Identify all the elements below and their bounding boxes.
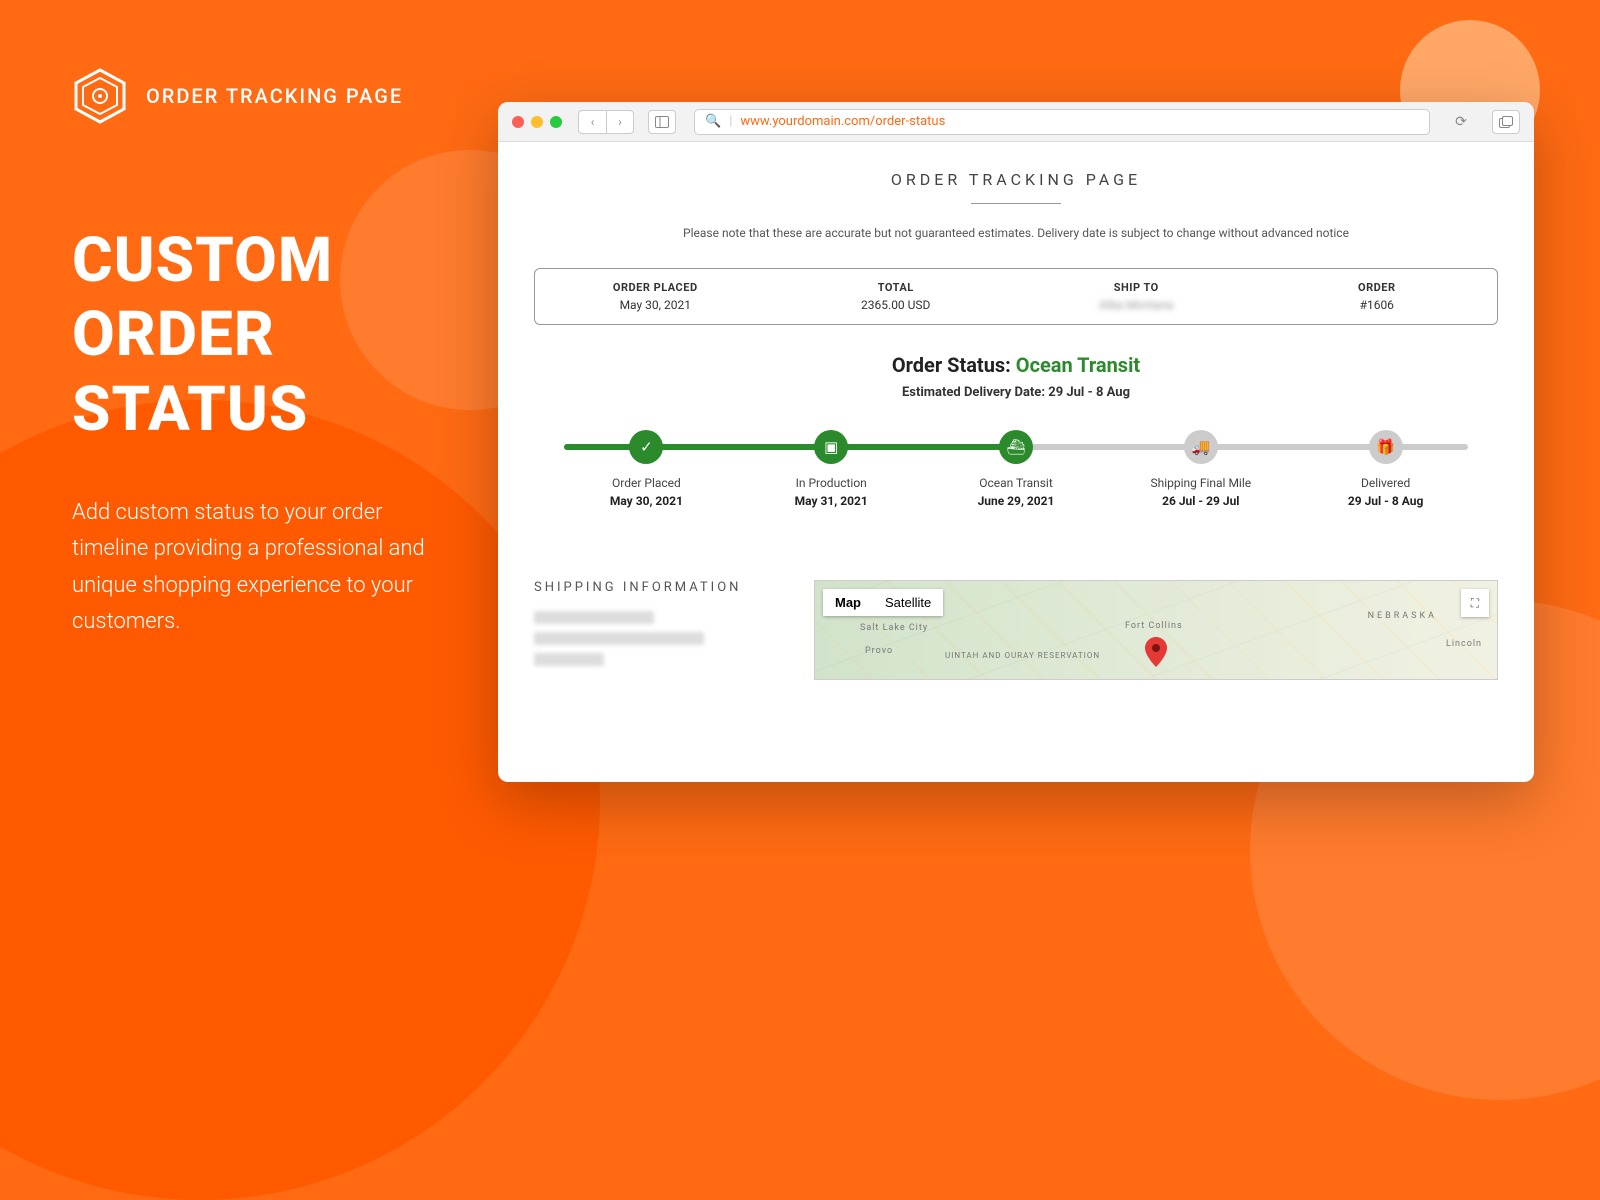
url-text: www.yourdomain.com/order-status (740, 114, 945, 129)
disclaimer-text: Please note that these are accurate but … (514, 226, 1518, 240)
box-icon: ▣ (814, 430, 848, 464)
map-city-label: Salt Lake City (860, 623, 928, 633)
step-date: June 29, 2021 (924, 494, 1109, 508)
order-summary: ORDER PLACED May 30, 2021 TOTAL 2365.00 … (534, 268, 1498, 325)
summary-total: TOTAL 2365.00 USD (776, 281, 1017, 312)
map-tab-satellite[interactable]: Satellite (873, 589, 943, 616)
marketing-headline: CUSTOM ORDER STATUS (72, 224, 452, 447)
tracking-page: ORDER TRACKING PAGE Please note that the… (498, 142, 1534, 782)
redacted-line (534, 611, 654, 624)
map-pin-icon (1145, 637, 1167, 671)
status-timeline: ✓ Order Placed May 30, 2021▣ In Producti… (554, 430, 1478, 540)
status-value: Ocean Transit (1016, 353, 1140, 377)
map-city-label: Provo (865, 646, 893, 656)
step-label: Delivered (1293, 476, 1478, 490)
step-date: 26 Jul - 29 Jul (1108, 494, 1293, 508)
map-city-label: Fort Collins (1125, 621, 1183, 631)
timeline-step: ▣ In Production May 31, 2021 (739, 430, 924, 508)
timeline-step: ⛴ Ocean Transit June 29, 2021 (924, 430, 1109, 508)
eta: Estimated Delivery Date: 29 Jul - 8 Aug (514, 385, 1518, 400)
marketing-panel: ORDER TRACKING PAGE CUSTOM ORDER STATUS … (72, 68, 452, 640)
headline-line: STATUS (72, 373, 452, 447)
shipping-title: SHIPPING INFORMATION (534, 580, 794, 595)
logo-hexagon-icon (72, 68, 128, 124)
summary-value: 2365.00 USD (776, 298, 1017, 312)
summary-label: TOTAL (776, 281, 1017, 294)
eta-prefix: Estimated Delivery Date: (902, 385, 1048, 400)
search-icon: 🔍 (705, 114, 721, 129)
brand-name: ORDER TRACKING PAGE (146, 84, 403, 108)
step-date: 29 Jul - 8 Aug (1293, 494, 1478, 508)
address-bar[interactable]: 🔍 | www.yourdomain.com/order-status (694, 109, 1430, 135)
marketing-subtext: Add custom status to your order timeline… (72, 495, 452, 640)
check-icon: ✓ (629, 430, 663, 464)
summary-label: SHIP TO (1016, 281, 1257, 294)
maximize-icon[interactable] (550, 116, 562, 128)
close-icon[interactable] (512, 116, 524, 128)
tabs-button[interactable] (1492, 110, 1520, 134)
minimize-icon[interactable] (531, 116, 543, 128)
sidebar-toggle-button[interactable] (648, 110, 676, 134)
map-city-label: Lincoln (1446, 639, 1482, 649)
brand-logo: ORDER TRACKING PAGE (72, 68, 452, 124)
divider (971, 203, 1061, 204)
step-label: Shipping Final Mile (1108, 476, 1293, 490)
headline-line: ORDER (72, 298, 452, 372)
timeline-step: 🚚 Shipping Final Mile 26 Jul - 29 Jul (1108, 430, 1293, 508)
reload-button[interactable]: ⟳ (1448, 114, 1474, 130)
summary-value: May 30, 2021 (535, 298, 776, 312)
step-date: May 31, 2021 (739, 494, 924, 508)
page-title: ORDER TRACKING PAGE (514, 170, 1518, 189)
gift-icon: 🎁 (1369, 430, 1403, 464)
summary-value: Alba Montana (1016, 298, 1257, 312)
step-label: In Production (739, 476, 924, 490)
redacted-line (534, 653, 604, 666)
bottom-row: SHIPPING INFORMATION Ogden Salt Lake Cit… (534, 580, 1498, 680)
redacted-line (534, 632, 704, 645)
map-widget[interactable]: Ogden Salt Lake City Provo UINTAH AND OU… (814, 580, 1498, 680)
back-button[interactable]: ‹ (578, 110, 606, 134)
headline-line: CUSTOM (72, 224, 452, 298)
summary-label: ORDER (1257, 281, 1498, 294)
timeline-step: 🎁 Delivered 29 Jul - 8 Aug (1293, 430, 1478, 508)
status-prefix: Order Status: (892, 353, 1016, 377)
traffic-lights (512, 116, 562, 128)
nav-back-forward: ‹ › (578, 110, 634, 134)
forward-button[interactable]: › (606, 110, 634, 134)
summary-order: ORDER #1606 (1257, 281, 1498, 312)
step-label: Ocean Transit (924, 476, 1109, 490)
map-state-label: NEBRASKA (1368, 611, 1437, 621)
step-label: Order Placed (554, 476, 739, 490)
order-status: Order Status: Ocean Transit (514, 353, 1518, 377)
map-tab-map[interactable]: Map (823, 589, 873, 616)
summary-shipto: SHIP TO Alba Montana (1016, 281, 1257, 312)
summary-value: #1606 (1257, 298, 1498, 312)
map-type-toggle: Map Satellite (823, 589, 943, 616)
shipping-info: SHIPPING INFORMATION (534, 580, 794, 680)
timeline-step: ✓ Order Placed May 30, 2021 (554, 430, 739, 508)
browser-window: ‹ › 🔍 | www.yourdomain.com/order-status … (498, 102, 1534, 782)
browser-chrome: ‹ › 🔍 | www.yourdomain.com/order-status … (498, 102, 1534, 142)
map-region-label: UINTAH AND OURAY RESERVATION (945, 651, 1100, 660)
fullscreen-button[interactable]: ⛶ (1461, 589, 1489, 617)
summary-label: ORDER PLACED (535, 281, 776, 294)
eta-value: 29 Jul - 8 Aug (1048, 385, 1130, 400)
step-date: May 30, 2021 (554, 494, 739, 508)
summary-placed: ORDER PLACED May 30, 2021 (535, 281, 776, 312)
timeline-steps: ✓ Order Placed May 30, 2021▣ In Producti… (554, 430, 1478, 508)
truck-icon: 🚚 (1184, 430, 1218, 464)
ship-icon: ⛴ (999, 430, 1033, 464)
